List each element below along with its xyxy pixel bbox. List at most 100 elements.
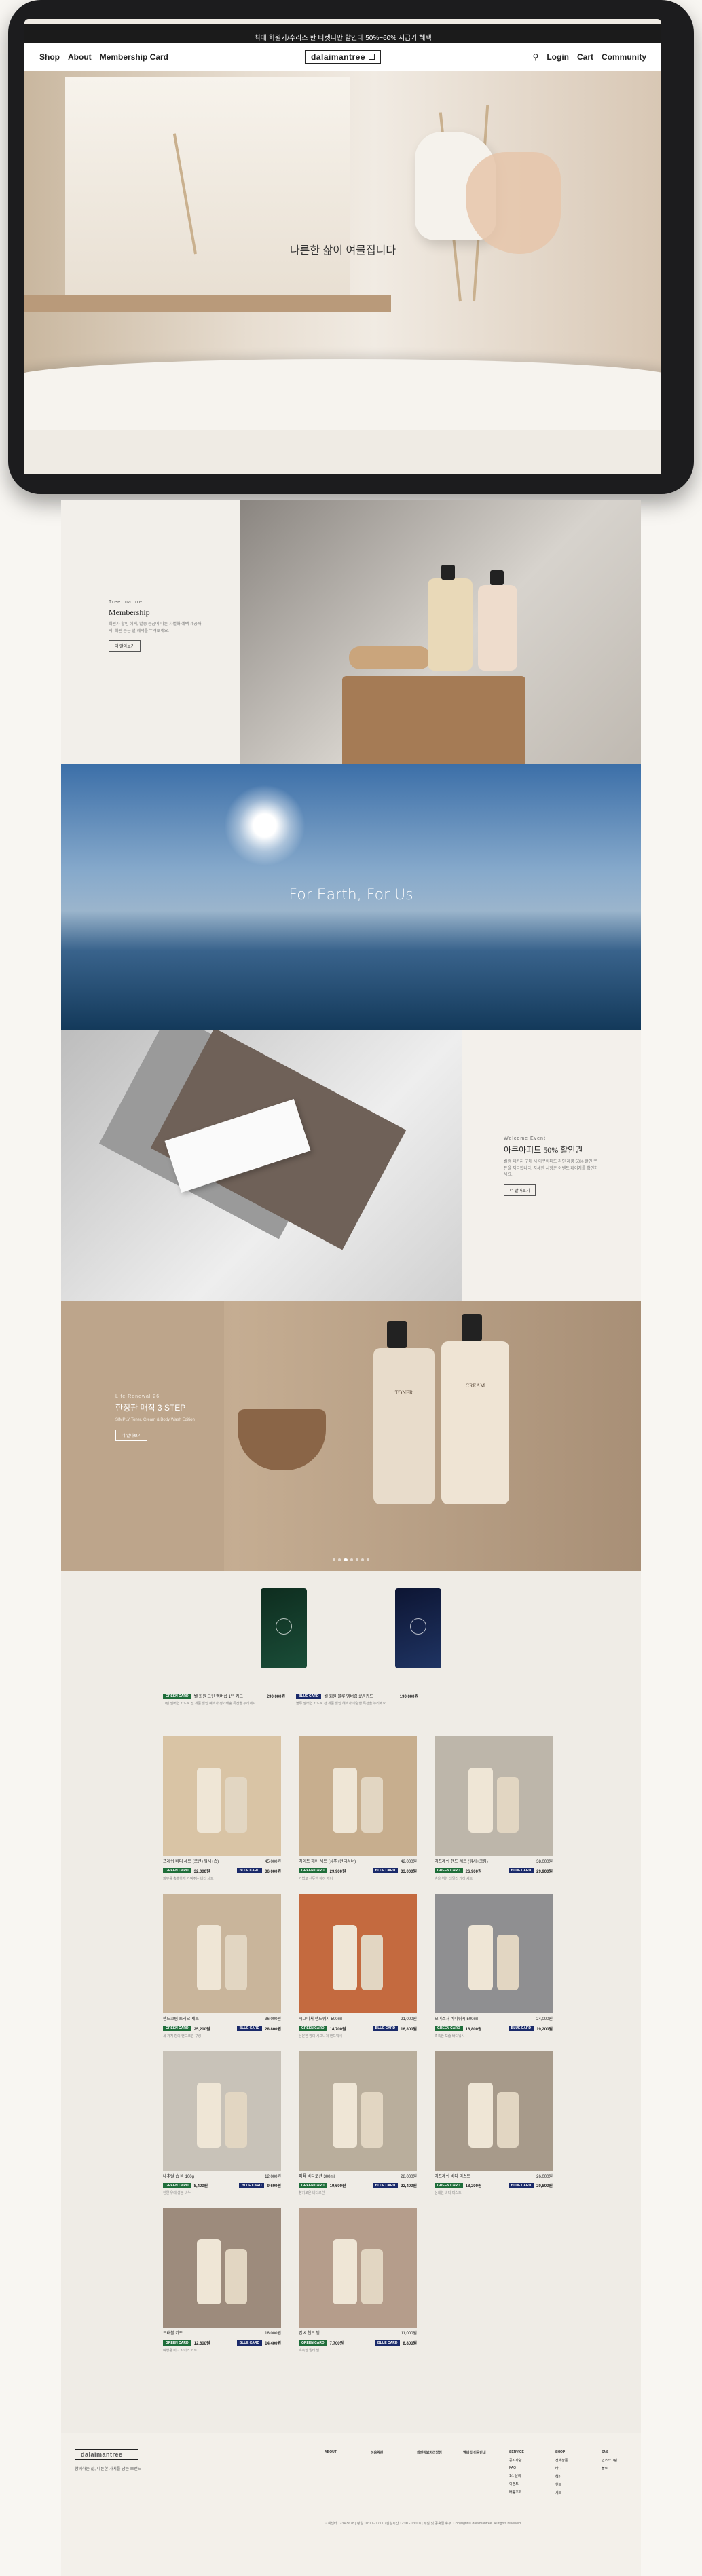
earth-title: For Earth, For Us [289, 886, 413, 903]
product-card[interactable]: 핸드크림 트리오 세트 36,000원 GREEN CARD 25,200원 B… [163, 1893, 281, 2039]
green-membership-card[interactable] [261, 1588, 307, 1668]
product-name[interactable]: 프레쉬 바디 세트 (로션+워시+솝) [163, 1860, 219, 1865]
product-name[interactable]: 리프레쉬 바디 미스트 [435, 2175, 470, 2180]
footer-link[interactable]: 블로그 [602, 2466, 629, 2471]
product-desc: 촉촉한 멀티 밤 [299, 2349, 320, 2353]
footer-column-heading[interactable]: SHOP [555, 2450, 583, 2454]
product-card[interactable]: 라이트 헤어 세트 (샴푸+컨디셔너) 42,000원 GREEN CARD 2… [299, 1736, 417, 1882]
green-tag: GREEN CARD [163, 2340, 191, 2346]
footer-column-heading[interactable]: 개인정보처리방침 [417, 2450, 444, 2455]
footer-link[interactable]: 세트 [555, 2490, 583, 2495]
blue-membership-card[interactable] [395, 1588, 441, 1668]
product-card[interactable]: 내추럴 솝 바 100g 12,000원 GREEN CARD 8,400원 B… [163, 2051, 281, 2197]
product-name[interactable]: 트래블 키트 [163, 2332, 183, 2337]
footer-link[interactable]: 1:1 문의 [509, 2474, 536, 2478]
carousel-dot[interactable] [356, 1558, 358, 1561]
product-image[interactable] [163, 2208, 281, 2328]
skincare-more-button[interactable]: 더 알아보기 [115, 1429, 148, 1441]
product-image[interactable] [299, 2208, 417, 2328]
footer-column-heading[interactable]: SERVICE [509, 2450, 536, 2454]
product-desc: 상쾌한 바디 미스트 [435, 2191, 462, 2196]
footer-link[interactable]: 인스타그램 [602, 2458, 629, 2463]
green-tag: GREEN CARD [435, 1868, 463, 1874]
carousel-dot[interactable] [367, 1558, 369, 1561]
footer-column-heading[interactable]: 멤버쉽 이용안내 [463, 2450, 490, 2455]
search-icon[interactable]: ⚲ [533, 52, 539, 62]
footer-column-heading[interactable]: SNS [602, 2450, 629, 2454]
logo-mark-icon [126, 2452, 132, 2457]
product-bottle [468, 1768, 493, 1833]
nav-membership[interactable]: Membership Card [100, 52, 168, 62]
green-price: 18,200원 [465, 2184, 482, 2189]
product-card[interactable]: 리프레쉬 바디 미스트 26,000원 GREEN CARD 18,200원 B… [435, 2051, 553, 2197]
green-card-desc: 그린 멤버쉽 카드로 전 제품 할인 혜택과 정기배송 특전을 누리세요. [163, 1702, 257, 1706]
carousel-dot[interactable] [361, 1558, 364, 1561]
footer-link[interactable]: 전체상품 [555, 2458, 583, 2463]
green-price: 25,200원 [193, 2027, 210, 2032]
hero-shelf [24, 295, 391, 312]
brand-logo[interactable]: dalaimantree [304, 50, 382, 64]
product-desc: 세 가지 향의 핸드크림 구성 [163, 2034, 202, 2038]
footer-link[interactable]: 헤어 [555, 2474, 583, 2479]
product-image[interactable] [163, 2051, 281, 2171]
nav-about[interactable]: About [68, 52, 92, 62]
green-card-info[interactable]: GREEN CARD 웰 회원 그린 멤버쉽 1년 카드 290,000원 그린… [163, 1693, 285, 1706]
product-image[interactable] [299, 1893, 417, 2013]
product-card[interactable]: 프레쉬 바디 세트 (로션+워시+솝) 45,000원 GREEN CARD 3… [163, 1736, 281, 1882]
blue-price: 36,000원 [265, 1869, 281, 1874]
carousel-dot[interactable] [333, 1558, 335, 1561]
product-image[interactable] [163, 1736, 281, 1856]
product-name[interactable]: 핸드크림 트리오 세트 [163, 2017, 199, 2023]
product-member-prices: GREEN CARD 14,700원 BLUE CARD 16,800원 [299, 2026, 417, 2032]
product-name[interactable]: 라이트 헤어 세트 (샴푸+컨디셔너) [299, 1860, 356, 1865]
blue-price: 14,400원 [265, 2342, 281, 2347]
blue-tag: BLUE CARD [372, 1868, 399, 1874]
carousel-dot[interactable] [344, 1558, 348, 1561]
blue-card-desc: 블루 멤버쉽 카드로 전 제품 할인 혜택과 다양한 특전을 누리세요. [296, 1702, 387, 1706]
product-name[interactable]: 리프레쉬 핸드 세트 (워시+크림) [435, 1860, 488, 1865]
nav-shop[interactable]: Shop [39, 52, 60, 62]
nav-community[interactable]: Community [602, 52, 646, 62]
product-card[interactable]: 트래블 키트 18,000원 GREEN CARD 12,600원 BLUE C… [163, 2208, 281, 2353]
product-card[interactable]: 립 & 핸드 밤 11,000원 GREEN CARD 7,700원 BLUE … [299, 2208, 417, 2353]
footer-link[interactable]: 핸드 [555, 2482, 583, 2487]
footer-link[interactable]: 배송조회 [509, 2490, 536, 2495]
product-name[interactable]: 퍼퓸 바디로션 300ml [299, 2175, 335, 2180]
nav-cart[interactable]: Cart [577, 52, 593, 62]
footer-logo[interactable]: dalaimantree [75, 2449, 138, 2460]
blue-card-info[interactable]: BLUE CARD 웰 회원 블루 멤버쉽 1년 카드 190,000원 블루 … [296, 1693, 418, 1706]
product-name-row: 핸드크림 트리오 세트 36,000원 [163, 2017, 281, 2023]
blue-tag: BLUE CARD [372, 2026, 399, 2032]
product-card[interactable]: 퍼퓸 바디로션 300ml 28,000원 GREEN CARD 19,600원… [299, 2051, 417, 2197]
carousel-dot[interactable] [338, 1558, 341, 1561]
product-card[interactable]: 모이스처 바디워시 500ml 24,000원 GREEN CARD 16,80… [435, 1893, 553, 2039]
product-bottle [225, 1777, 247, 1833]
product-name[interactable]: 시그니처 핸드워시 500ml [299, 2017, 342, 2023]
product-image[interactable] [163, 1893, 281, 2013]
product-image[interactable] [299, 2051, 417, 2171]
green-card-tag: GREEN CARD [163, 1693, 191, 1699]
membership-more-button[interactable]: 더 알아보기 [109, 640, 141, 652]
pump-image [462, 1314, 482, 1341]
product-name[interactable]: 립 & 핸드 밤 [299, 2332, 320, 2337]
product-image[interactable] [299, 1736, 417, 1856]
product-image[interactable] [435, 2051, 553, 2171]
product-name[interactable]: 내추럴 솝 바 100g [163, 2175, 194, 2180]
footer-link[interactable]: 공지사항 [509, 2458, 536, 2463]
product-card[interactable]: 리프레쉬 핸드 세트 (워시+크림) 38,000원 GREEN CARD 26… [435, 1736, 553, 1882]
carousel-dot[interactable] [350, 1558, 353, 1561]
product-card[interactable]: 시그니처 핸드워시 500ml 21,000원 GREEN CARD 14,70… [299, 1893, 417, 2039]
product-image[interactable] [435, 1736, 553, 1856]
footer-link[interactable]: 바디 [555, 2466, 583, 2471]
product-image[interactable] [435, 1893, 553, 2013]
product-desc: 향기로운 바디로션 [299, 2191, 325, 2196]
product-name[interactable]: 모이스처 바디워시 500ml [435, 2017, 478, 2023]
product-bottle [361, 2249, 383, 2305]
footer-column-heading[interactable]: 이용약관 [371, 2450, 398, 2455]
footer-link[interactable]: FAQ [509, 2466, 536, 2470]
welcome-more-button[interactable]: 더 알아보기 [504, 1184, 536, 1196]
footer-link[interactable]: 이벤트 [509, 2482, 536, 2486]
footer-column-heading[interactable]: ABOUT [325, 2450, 352, 2454]
blue-price: 20,800원 [536, 2184, 553, 2189]
nav-login[interactable]: Login [547, 52, 569, 62]
